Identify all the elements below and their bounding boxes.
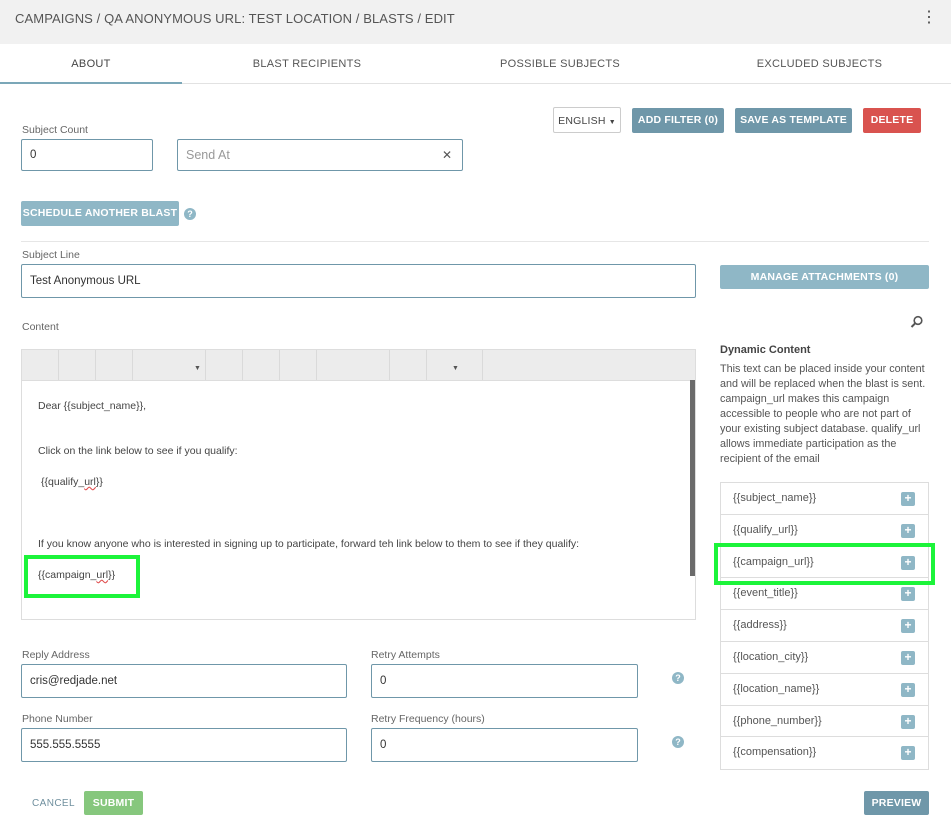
list-item: {{address}} + xyxy=(721,610,928,642)
phone-number-field[interactable]: 555.555.5555 xyxy=(21,728,347,762)
list-item-label: {{subject_name}} xyxy=(733,492,817,504)
retry-frequency-field[interactable]: 0 xyxy=(371,728,638,762)
plus-icon[interactable]: + xyxy=(901,746,915,761)
editor-text: {{qualify_ xyxy=(41,476,85,488)
spelling-mark: url xyxy=(84,476,96,488)
submit-button[interactable]: SUBMIT xyxy=(84,791,143,815)
reply-address-label: Reply Address xyxy=(22,649,90,661)
list-item: {{compensation}} + xyxy=(721,737,928,769)
plus-icon[interactable]: + xyxy=(901,650,915,665)
manage-attachments-button[interactable]: MANAGE ATTACHMENTS (0) xyxy=(720,265,929,289)
list-item: {{location_name}} + xyxy=(721,674,928,706)
delete-button[interactable]: DELETE xyxy=(863,108,921,133)
retry-attempts-field[interactable]: 0 xyxy=(371,664,638,698)
send-at-field[interactable]: Send At ✕ xyxy=(177,139,463,171)
list-item: {{qualify_url}} + xyxy=(721,515,928,547)
toolbar-button[interactable] xyxy=(390,350,427,380)
search-icon[interactable] xyxy=(910,315,924,329)
toolbar-button[interactable] xyxy=(59,350,96,380)
chevron-down-icon: ▼ xyxy=(194,365,201,372)
more-menu-icon[interactable]: ⋮ xyxy=(921,10,937,26)
editor-scrollbar[interactable] xyxy=(690,380,695,576)
cancel-link[interactable]: CANCEL xyxy=(32,798,75,809)
editor-text: }} xyxy=(95,476,103,488)
list-item: {{phone_number}} + xyxy=(721,706,928,738)
list-item-label: {{compensation}} xyxy=(733,746,817,759)
list-item-label: {{address}} xyxy=(733,619,787,632)
save-as-template-button[interactable]: SAVE AS TEMPLATE xyxy=(735,108,852,133)
list-item-label: {{location_name}} xyxy=(733,682,820,695)
list-item-label: {{location_city}} xyxy=(733,650,809,663)
tab-excluded-subjects[interactable]: EXCLUDED SUBJECTS xyxy=(688,44,951,83)
plus-icon[interactable]: + xyxy=(901,619,915,634)
editor-line: {{qualify_url}} xyxy=(41,476,103,488)
tab-bar: ABOUT BLAST RECIPIENTS POSSIBLE SUBJECTS… xyxy=(0,44,951,84)
plus-icon[interactable]: + xyxy=(901,523,915,538)
tab-possible-subjects[interactable]: POSSIBLE SUBJECTS xyxy=(432,44,688,83)
plus-icon[interactable]: + xyxy=(901,714,915,729)
send-at-placeholder: Send At xyxy=(186,148,230,162)
preview-button[interactable]: PREVIEW xyxy=(864,791,929,815)
add-filter-button[interactable]: ADD FILTER (0) xyxy=(632,108,724,133)
toolbar-button[interactable] xyxy=(206,350,243,380)
retry-frequency-label: Retry Frequency (hours) xyxy=(371,713,485,725)
clear-icon[interactable]: ✕ xyxy=(442,140,452,170)
subject-line-field[interactable]: Test Anonymous URL xyxy=(21,264,696,298)
list-item-label: {{phone_number}} xyxy=(733,714,822,727)
chevron-down-icon: ▼ xyxy=(608,119,616,126)
highlight-box xyxy=(714,543,935,585)
chevron-down-icon: ▼ xyxy=(452,365,459,372)
toolbar-button[interactable] xyxy=(96,350,133,380)
help-icon[interactable]: ? xyxy=(672,736,684,748)
language-dropdown[interactable]: ENGLISH ▼ xyxy=(553,107,621,133)
toolbar-button[interactable] xyxy=(243,350,280,380)
phone-number-label: Phone Number xyxy=(22,713,93,725)
dynamic-content-list: {{subject_name}} + {{qualify_url}} + {{cam… xyxy=(720,482,929,771)
editor-toolbar: ▼ ▼ xyxy=(22,350,695,381)
top-bar: CAMPAIGNS / QA ANONYMOUS URL: TEST LOCAT… xyxy=(0,0,951,44)
subject-count-label: Subject Count xyxy=(22,124,88,136)
subject-count-field[interactable]: 0 xyxy=(21,139,153,171)
highlight-box xyxy=(24,555,140,598)
toolbar-dropdown[interactable]: ▼ xyxy=(427,350,483,380)
toolbar-button[interactable] xyxy=(22,350,59,380)
editor-line: Dear {{subject_name}}, xyxy=(38,400,146,412)
help-icon[interactable]: ? xyxy=(672,672,684,684)
plus-icon[interactable]: + xyxy=(901,492,915,506)
schedule-another-blast-button[interactable]: SCHEDULE ANOTHER BLAST xyxy=(21,201,179,226)
retry-attempts-label: Retry Attempts xyxy=(371,649,440,661)
editor-line: If you know anyone who is interested in … xyxy=(38,538,580,550)
list-item: {{subject_name}} + xyxy=(721,483,928,515)
toolbar-button[interactable] xyxy=(317,350,390,380)
content-label: Content xyxy=(22,321,59,333)
active-tab-indicator xyxy=(0,82,182,84)
toolbar-dropdown[interactable]: ▼ xyxy=(133,350,206,380)
reply-address-field[interactable]: cris@redjade.net xyxy=(21,664,347,698)
tab-blast-recipients[interactable]: BLAST RECIPIENTS xyxy=(182,44,432,83)
list-item-label: {{event_title}} xyxy=(733,587,798,600)
dynamic-content-title: Dynamic Content xyxy=(720,344,811,356)
editor-line: Click on the link below to see if you qu… xyxy=(38,445,238,457)
list-item: {{location_city}} + xyxy=(721,642,928,674)
subject-line-label: Subject Line xyxy=(22,249,80,261)
breadcrumb[interactable]: CAMPAIGNS / QA ANONYMOUS URL: TEST LOCAT… xyxy=(15,11,455,26)
plus-icon[interactable]: + xyxy=(901,587,915,602)
tab-about[interactable]: ABOUT xyxy=(0,44,182,83)
divider xyxy=(21,241,929,242)
list-item-label: {{qualify_url}} xyxy=(733,523,798,536)
dynamic-content-description: This text can be placed inside your cont… xyxy=(720,363,926,465)
toolbar-button[interactable] xyxy=(280,350,317,380)
plus-icon[interactable]: + xyxy=(901,682,915,697)
language-label: ENGLISH xyxy=(558,115,606,127)
help-icon[interactable]: ? xyxy=(184,208,196,220)
